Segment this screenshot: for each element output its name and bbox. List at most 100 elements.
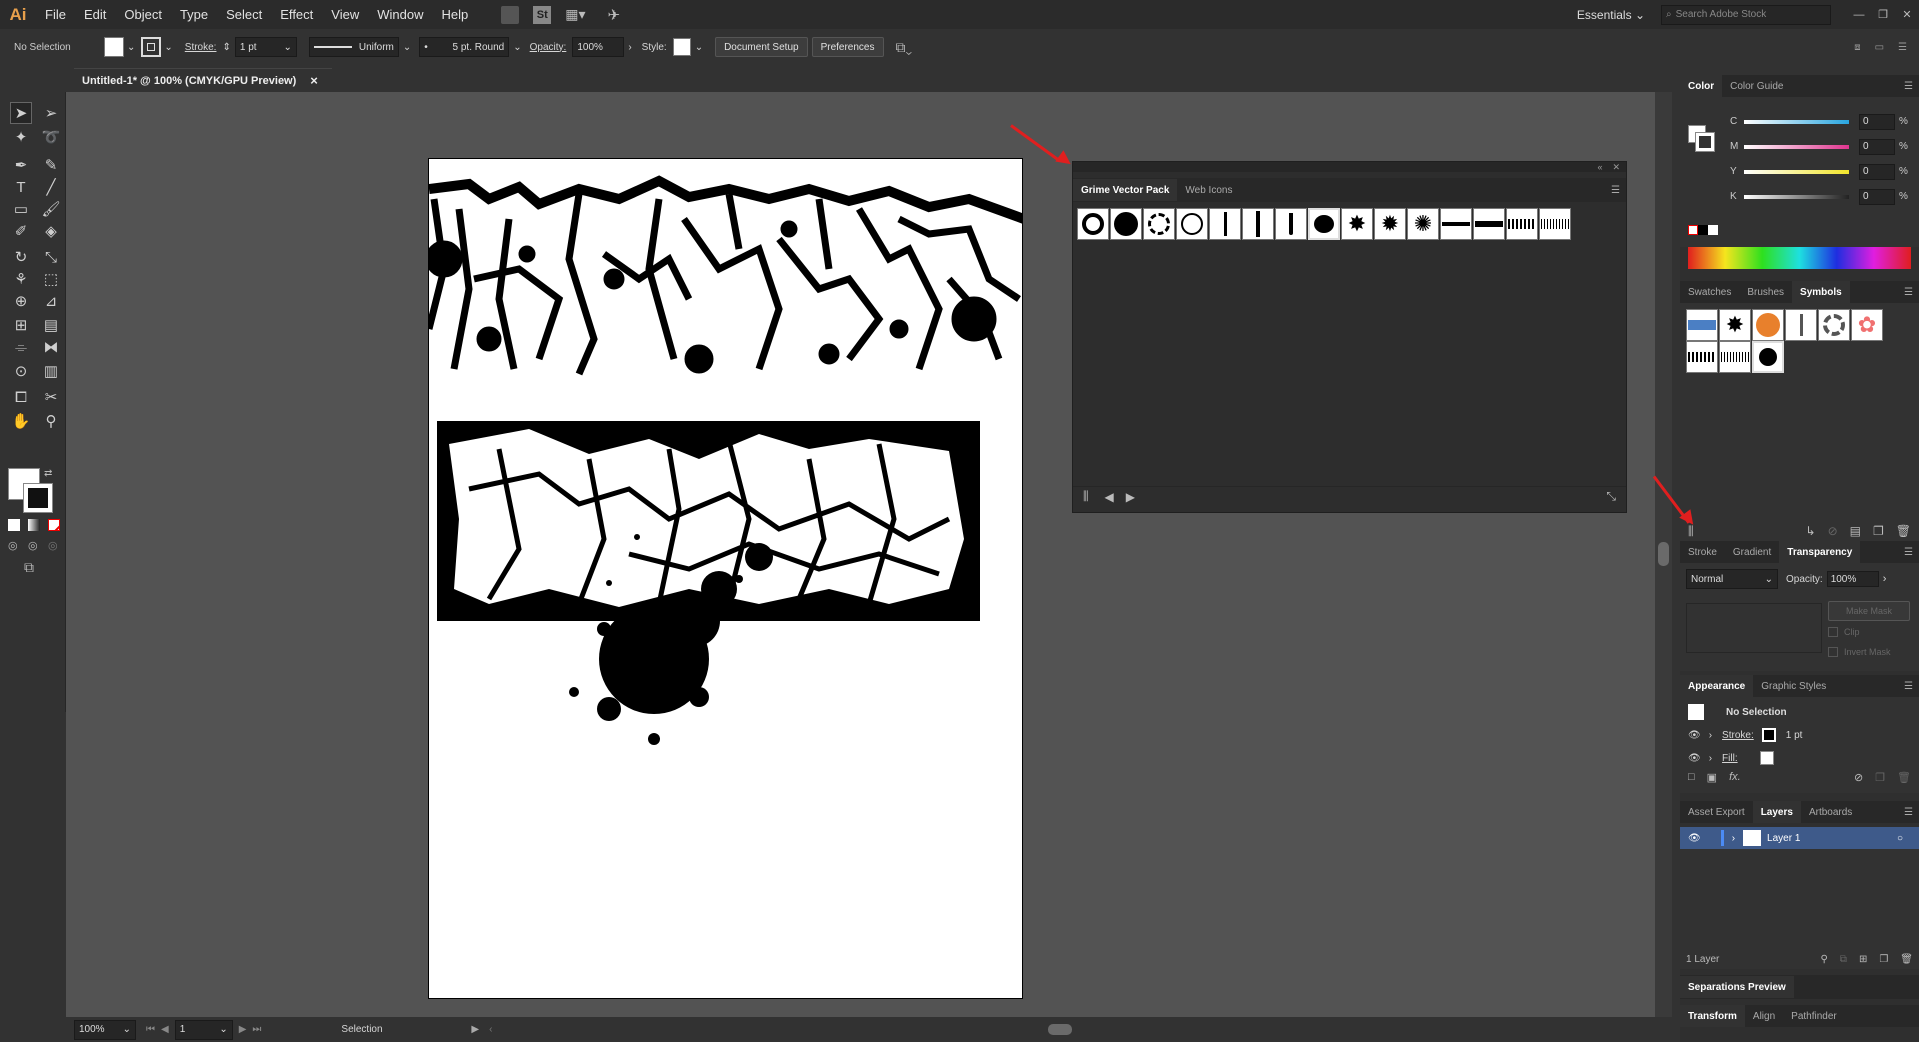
zoom-select[interactable]: 100% ⌄ xyxy=(74,1019,136,1040)
symbol-splat-2[interactable]: ✸ xyxy=(1341,208,1373,240)
delete-layer-icon[interactable]: 🗑 xyxy=(1900,954,1913,965)
stock-button[interactable]: St xyxy=(533,5,552,24)
blend-tool-icon[interactable]: ⧓ xyxy=(40,336,62,358)
chevron-down-icon[interactable]: ⌄ xyxy=(164,42,172,53)
menu-file[interactable]: File xyxy=(36,0,75,29)
library-menu-icon[interactable]: ⫼ xyxy=(1083,489,1089,504)
tab-stroke[interactable]: Stroke xyxy=(1680,541,1725,563)
color-spectrum[interactable] xyxy=(1688,247,1911,269)
tab-transparency[interactable]: Transparency xyxy=(1779,541,1861,563)
next-library-icon[interactable]: ▶ xyxy=(1126,490,1135,504)
symbol-splat-3[interactable]: ✹ xyxy=(1374,208,1406,240)
delete-item-icon[interactable]: 🗑 xyxy=(1897,771,1911,784)
layer-name[interactable]: Layer 1 xyxy=(1767,833,1800,844)
rectangle-tool-icon[interactable]: ▭ xyxy=(10,198,32,220)
horizontal-scrollbar-thumb[interactable] xyxy=(1048,1024,1073,1035)
gpu-performance-icon[interactable]: ✈ xyxy=(608,6,621,24)
close-icon[interactable]: ✕ xyxy=(1612,162,1620,173)
opacity-label[interactable]: Opacity: xyxy=(530,42,567,53)
bridge-button[interactable] xyxy=(501,5,520,24)
first-artboard-icon[interactable]: ⏮ xyxy=(146,1024,155,1035)
stroke-swatch[interactable] xyxy=(141,37,162,57)
break-link-icon[interactable]: ⊘ xyxy=(1828,524,1838,538)
symbol-blob-1[interactable] xyxy=(1110,208,1142,240)
fx-icon[interactable]: fx. xyxy=(1729,771,1741,783)
draw-inside-icon[interactable]: ◎ xyxy=(48,539,58,552)
workspace-switcher[interactable]: Essentials ⌄ xyxy=(1577,8,1645,22)
direct-selection-tool-icon[interactable]: ➢ xyxy=(40,102,62,124)
warp-tool-icon[interactable]: ⚘ xyxy=(10,268,32,290)
tab-artboards[interactable]: Artboards xyxy=(1801,801,1860,823)
black-swatch[interactable] xyxy=(1698,225,1708,235)
symbol-frame[interactable] xyxy=(1818,309,1850,341)
make-clipping-mask-icon[interactable]: ⧉ xyxy=(1840,954,1847,965)
eyedropper-tool-icon[interactable]: ⌯ xyxy=(10,336,32,358)
scroll-left-icon[interactable]: ‹ xyxy=(489,1024,492,1035)
tab-separations-preview[interactable]: Separations Preview xyxy=(1680,976,1794,998)
shape-builder-tool-icon[interactable]: ⊕ xyxy=(10,290,32,312)
yellow-value[interactable]: 0 xyxy=(1859,163,1895,180)
swap-fill-stroke-icon[interactable]: ⇄ xyxy=(44,468,52,479)
menu-window[interactable]: Window xyxy=(368,0,432,29)
previous-library-icon[interactable]: ◀ xyxy=(1105,490,1114,504)
magic-wand-tool-icon[interactable]: ✦ xyxy=(10,126,32,148)
panel-menu-icon[interactable]: ☰ xyxy=(1904,807,1913,818)
menu-icon[interactable]: ☰ xyxy=(1898,42,1907,53)
symbol-texture-2[interactable] xyxy=(1539,208,1571,240)
place-symbol-icon[interactable]: ↳ xyxy=(1806,524,1816,538)
symbol-orange-button[interactable] xyxy=(1752,309,1784,341)
panel-menu-icon[interactable]: ☰ xyxy=(1611,185,1620,196)
symbol-splat-selected[interactable] xyxy=(1752,341,1784,373)
fill-swatch[interactable] xyxy=(1759,751,1774,765)
chevron-down-icon[interactable]: ⌄ xyxy=(127,42,135,53)
none-mode-button[interactable] xyxy=(48,519,60,531)
symbol-splat-selected[interactable] xyxy=(1308,208,1340,240)
color-mode-button[interactable] xyxy=(8,519,20,531)
symbol-sprayer-tool-icon[interactable]: ⊙ xyxy=(10,360,32,382)
resize-icon[interactable]: ⤡ xyxy=(1606,489,1616,504)
paintbrush-tool-icon[interactable]: 🖌 xyxy=(40,198,62,220)
gradient-tool-icon[interactable]: ▤ xyxy=(40,314,62,336)
symbol-ink-splat[interactable]: ✸ xyxy=(1719,309,1751,341)
white-swatch[interactable] xyxy=(1708,225,1718,235)
shaper-tool-icon[interactable]: ✐ xyxy=(10,220,32,242)
duplicate-item-icon[interactable]: ❐ xyxy=(1875,771,1885,784)
menu-help[interactable]: Help xyxy=(432,0,477,29)
stroke-weight-field[interactable]: 1 pt ⌄ xyxy=(234,37,297,57)
symbol-texture-1[interactable] xyxy=(1506,208,1538,240)
menu-select[interactable]: Select xyxy=(217,0,271,29)
chevron-right-icon[interactable]: › xyxy=(1732,833,1735,844)
clear-appearance-icon[interactable]: ⊘ xyxy=(1854,771,1863,784)
menu-edit[interactable]: Edit xyxy=(75,0,115,29)
stroke-label[interactable]: Stroke: xyxy=(185,42,217,53)
symbol-splat-4[interactable]: ✺ xyxy=(1407,208,1439,240)
panel-menu-icon[interactable]: ☰ xyxy=(1904,681,1913,692)
none-swatch[interactable] xyxy=(1688,225,1698,235)
tab-symbols[interactable]: Symbols xyxy=(1792,281,1850,303)
lasso-tool-icon[interactable]: ➰ xyxy=(40,126,62,148)
stroke-swatch[interactable] xyxy=(1761,728,1776,742)
rotate-tool-icon[interactable]: ↻ xyxy=(10,246,32,268)
stroke-label[interactable]: Stroke: xyxy=(1722,730,1754,741)
variable-width-profile[interactable]: Uniform xyxy=(308,37,399,57)
stepper-icon[interactable]: ⇕ xyxy=(222,42,230,53)
scale-tool-icon[interactable]: ⤡ xyxy=(40,246,62,268)
next-artboard-icon[interactable]: ▶ xyxy=(239,1024,247,1035)
panel-toggle-icon[interactable]: ▭ xyxy=(1875,42,1884,53)
panel-menu-icon[interactable]: ☰ xyxy=(1904,547,1913,558)
delete-symbol-icon[interactable]: 🗑 xyxy=(1896,524,1911,538)
chevron-down-icon[interactable]: ⌄ xyxy=(695,42,703,53)
make-mask-button[interactable]: Make Mask xyxy=(1828,601,1910,621)
invert-mask-checkbox[interactable]: Invert Mask xyxy=(1828,647,1891,657)
tab-appearance[interactable]: Appearance xyxy=(1680,675,1754,697)
tab-grime-vector-pack[interactable]: Grime Vector Pack xyxy=(1073,179,1178,201)
tab-graphic-styles[interactable]: Graphic Styles xyxy=(1753,675,1834,697)
align-icon[interactable]: ⧉⌄ xyxy=(896,39,913,56)
line-tool-icon[interactable]: ╱ xyxy=(40,176,62,198)
yellow-slider[interactable] xyxy=(1744,169,1849,174)
screen-mode-icon[interactable]: ⧉ xyxy=(24,559,34,576)
mesh-tool-icon[interactable]: ⊞ xyxy=(10,314,32,336)
arrange-icon[interactable]: ⧈ xyxy=(1854,42,1860,53)
eraser-tool-icon[interactable]: ◈ xyxy=(40,220,62,242)
menu-view[interactable]: View xyxy=(322,0,368,29)
